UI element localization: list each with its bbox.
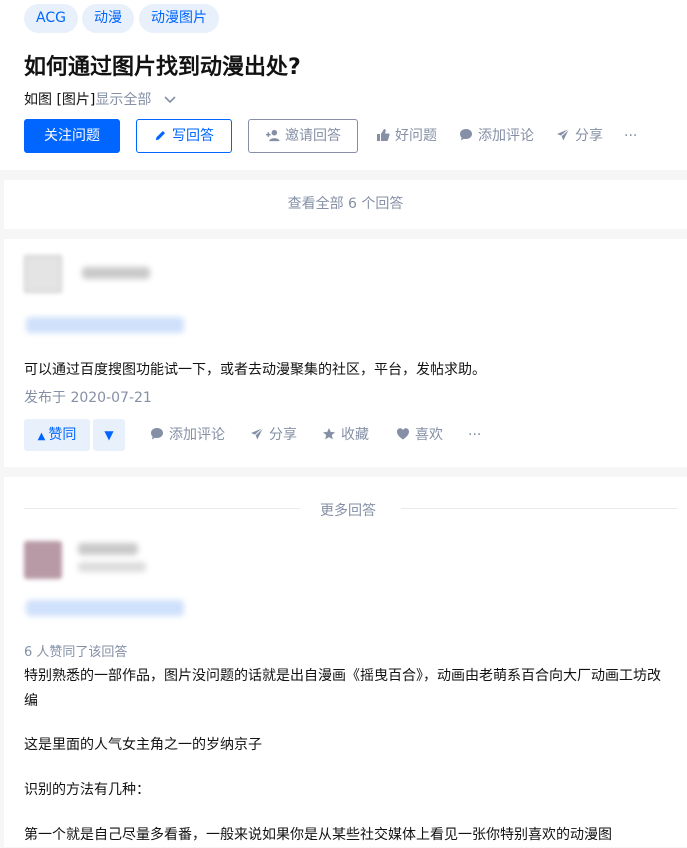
add-comment-label: 添加评论: [478, 128, 534, 144]
answer-paragraph: 特别熟悉的一部作品，图片没问题的话就是出自漫画《摇曳百合》，动画由老萌系百合向大…: [24, 668, 661, 709]
comment-icon: [460, 129, 472, 141]
share-plane-icon: [251, 427, 264, 440]
divider-right: [401, 508, 678, 509]
answer-paragraph: 这是里面的人气女主角之一的岁纳京子: [24, 737, 262, 753]
collect-button[interactable]: 收藏: [322, 419, 369, 451]
more-answers-divider-label: 更多回答: [320, 503, 376, 519]
add-comment-button[interactable]: 添加评论: [459, 119, 534, 153]
write-answer-label: 写回答: [172, 128, 214, 144]
share-button[interactable]: 分享: [556, 119, 603, 153]
like-button[interactable]: 喜欢: [396, 419, 443, 451]
answer-paragraph: 识别的方法有几种：: [24, 782, 150, 798]
answer-share-button[interactable]: 分享: [250, 419, 297, 451]
voters-count: 6 人赞同了该回答: [24, 645, 128, 660]
answer-date: 发布于 2020-07-21: [24, 390, 152, 406]
author-name[interactable]: [78, 543, 138, 555]
view-all-answers-button[interactable]: 查看全部 6 个回答: [4, 180, 687, 229]
author-name[interactable]: [82, 267, 150, 279]
author-badge: [26, 317, 184, 333]
question-detail: 如图 [图片]显示全部: [24, 89, 176, 109]
topic-tag-anime[interactable]: 动漫: [82, 4, 134, 33]
answer-more-button[interactable]: ···: [468, 419, 481, 451]
star-icon: [323, 428, 335, 440]
show-all-link[interactable]: 显示全部: [95, 92, 151, 108]
question-header: ACG 动漫 动漫图片 如何通过图片找到动漫出处? 如图 [图片]显示全部 关注…: [0, 0, 687, 170]
upvote-label: 赞同: [48, 427, 77, 443]
good-question-button[interactable]: 好问题: [376, 119, 437, 153]
follow-question-button[interactable]: 关注问题: [24, 119, 120, 153]
thumbs-up-icon: [377, 129, 390, 141]
downvote-button[interactable]: ▼: [93, 419, 125, 451]
topic-tag-acg[interactable]: ACG: [24, 4, 78, 33]
share-label: 分享: [575, 128, 603, 144]
like-label: 喜欢: [415, 427, 443, 443]
answer-share-label: 分享: [269, 427, 297, 443]
answer-comment-button[interactable]: 添加评论: [150, 419, 225, 451]
more-answers-section: 更多回答 6 人赞同了该回答 特别熟悉的一部作品，图片没问题的话就是出自漫画《摇…: [4, 477, 687, 847]
pencil-icon: [155, 130, 166, 141]
comment-icon: [151, 428, 163, 440]
share-plane-icon: [557, 128, 570, 141]
divider-left: [24, 508, 300, 509]
invite-answer-label: 邀请回答: [285, 128, 341, 144]
invite-answer-button[interactable]: 邀请回答: [248, 119, 358, 153]
good-question-label: 好问题: [395, 128, 437, 144]
answer-card: 可以通过百度搜图功能试一下，或者去动漫聚集的社区，平台，发帖求助。 发布于 20…: [4, 239, 687, 467]
avatar[interactable]: [24, 541, 62, 579]
author-badge: [26, 600, 184, 616]
upvote-button[interactable]: ▲ 赞同: [24, 419, 90, 451]
topic-tag-anime-pictures[interactable]: 动漫图片: [139, 4, 219, 33]
more-options-button[interactable]: ···: [624, 119, 637, 153]
triangle-up-icon: ▲: [37, 431, 46, 442]
write-answer-button[interactable]: 写回答: [136, 119, 232, 153]
question-title: 如何通过图片找到动漫出处?: [24, 55, 301, 80]
answer-comment-label: 添加评论: [169, 427, 225, 443]
avatar[interactable]: [24, 255, 62, 293]
question-detail-text: 如图 [图片]: [24, 92, 96, 108]
author-bio: [78, 562, 146, 572]
heart-icon: [397, 428, 409, 440]
collect-label: 收藏: [341, 427, 369, 443]
answer-paragraph: 第一个就是自己尽量多看番，一般来说如果你是从某些社交媒体上看见一张你特别喜欢的动…: [24, 827, 612, 843]
answer-content: 可以通过百度搜图功能试一下，或者去动漫聚集的社区，平台，发帖求助。: [24, 362, 486, 378]
chevron-down-icon[interactable]: [164, 96, 176, 104]
add-user-icon: [266, 129, 280, 142]
